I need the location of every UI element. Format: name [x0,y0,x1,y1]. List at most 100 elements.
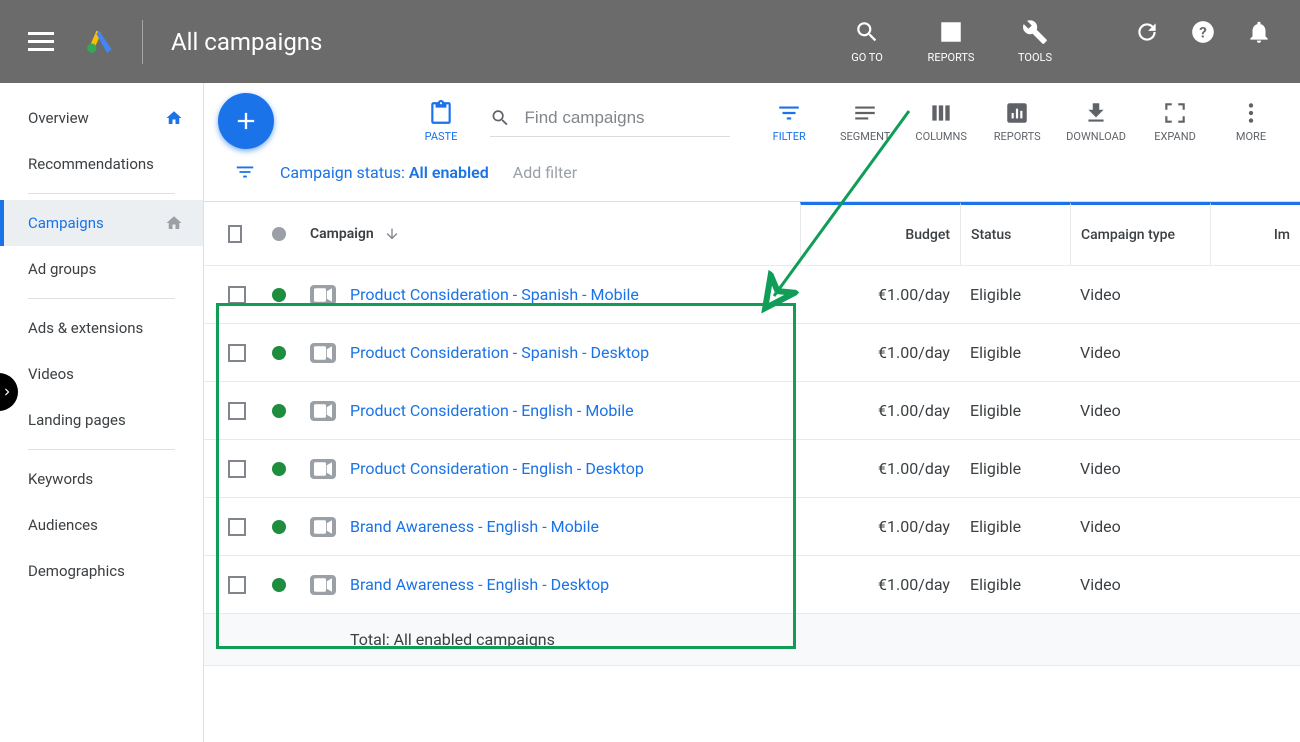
expand-button[interactable]: EXPAND [1140,100,1210,143]
table-row: Product Consideration - English - Mobile… [204,382,1300,440]
campaigns-table: Campaign Budget Status Campaign type Im … [204,201,1300,666]
refresh-icon[interactable] [1134,19,1160,45]
segment-button[interactable]: SEGMENT [830,100,900,143]
reports-tool-button[interactable]: REPORTS [982,100,1052,143]
divider [142,20,143,64]
table-row: Product Consideration - Spanish - Deskto… [204,324,1300,382]
campaign-link[interactable]: Product Consideration - Spanish - Deskto… [350,343,649,362]
page-title: All campaigns [171,28,322,56]
budget-cell: €1.00/day [800,451,960,486]
sidebar-item-landing-pages[interactable]: Landing pages [0,397,203,443]
table-header: Campaign Budget Status Campaign type Im [204,202,1300,266]
status-cell: Eligible [960,277,1070,312]
budget-cell: €1.00/day [800,567,960,602]
status-cell: Eligible [960,451,1070,486]
status-cell: Eligible [960,335,1070,370]
status-dot-icon [272,404,286,418]
video-icon [310,343,336,363]
google-ads-logo [86,26,114,58]
sidebar-item-campaigns[interactable]: Campaigns [0,200,203,246]
row-checkbox[interactable] [228,518,246,536]
budget-cell: €1.00/day [800,277,960,312]
campaign-link[interactable]: Product Consideration - English - Mobile [350,401,634,420]
more-button[interactable]: MORE [1216,100,1286,143]
campaign-link[interactable]: Product Consideration - Spanish - Mobile [350,285,639,304]
search-icon[interactable] [490,106,511,130]
col-status[interactable]: Status [960,202,1070,265]
row-checkbox[interactable] [228,286,246,304]
status-dot-icon [272,520,286,534]
col-campaign[interactable]: Campaign [300,202,800,265]
video-icon [310,517,336,537]
search-group [490,106,730,137]
col-type[interactable]: Campaign type [1070,202,1210,265]
status-header-icon[interactable] [272,227,286,241]
sidebar-item-demographics[interactable]: Demographics [0,548,203,594]
col-budget[interactable]: Budget [800,202,960,265]
home-icon [165,214,183,232]
table-row: Brand Awareness - English - Mobile €1.00/… [204,498,1300,556]
filter-bar: Campaign status: All enabled Add filter [204,149,1300,201]
sidebar-item-adgroups[interactable]: Ad groups [0,246,203,292]
row-checkbox[interactable] [228,344,246,362]
home-icon [165,109,183,127]
row-checkbox[interactable] [228,402,246,420]
sidebar-item-overview[interactable]: Overview [0,95,203,141]
video-icon [310,285,336,305]
top-header: All campaigns GO TO REPORTS TOOLS ? [0,0,1300,83]
reports-label: REPORTS [928,51,975,64]
budget-cell: €1.00/day [800,335,960,370]
row-checkbox[interactable] [228,460,246,478]
columns-button[interactable]: COLUMNS [906,100,976,143]
menu-icon[interactable] [28,32,54,51]
add-filter-button[interactable]: Add filter [513,163,577,182]
reports-button[interactable]: REPORTS [926,19,976,64]
svg-text:?: ? [1199,23,1207,41]
help-icon[interactable]: ? [1190,19,1216,45]
video-icon [310,401,336,421]
status-cell: Eligible [960,567,1070,602]
tools-button[interactable]: TOOLS [1010,19,1060,64]
sidebar: Overview Recommendations Campaigns Ad gr… [0,83,203,742]
filter-button[interactable]: FILTER [754,100,824,143]
type-cell: Video [1070,567,1210,602]
goto-label: GO TO [851,51,883,64]
campaign-link[interactable]: Brand Awareness - English - Mobile [350,517,599,536]
content-area: PASTE FILTER SEGMENT COLUMNS REPORTS [203,83,1300,742]
video-icon [310,575,336,595]
filter-status[interactable]: Campaign status: All enabled [280,163,489,182]
download-button[interactable]: DOWNLOAD [1058,100,1134,143]
total-row: Total: All enabled campaigns [204,614,1300,666]
table-row: Product Consideration - English - Deskto… [204,440,1300,498]
table-row: Product Consideration - Spanish - Mobile… [204,266,1300,324]
sidebar-item-keywords[interactable]: Keywords [0,456,203,502]
toolbar: PASTE FILTER SEGMENT COLUMNS REPORTS [204,83,1300,149]
search-input[interactable] [525,108,730,128]
status-dot-icon [272,578,286,592]
campaign-link[interactable]: Brand Awareness - English - Desktop [350,575,609,594]
add-button[interactable] [218,93,274,149]
status-dot-icon [272,462,286,476]
budget-cell: €1.00/day [800,393,960,428]
type-cell: Video [1070,277,1210,312]
sidebar-item-videos[interactable]: Videos [0,351,203,397]
type-cell: Video [1070,393,1210,428]
select-all-checkbox[interactable] [228,225,242,243]
paste-button[interactable]: PASTE [406,100,476,143]
goto-button[interactable]: GO TO [842,19,892,64]
sidebar-item-audiences[interactable]: Audiences [0,502,203,548]
status-dot-icon [272,346,286,360]
video-icon [310,459,336,479]
campaign-link[interactable]: Product Consideration - English - Deskto… [350,459,644,478]
row-checkbox[interactable] [228,576,246,594]
budget-cell: €1.00/day [800,509,960,544]
status-cell: Eligible [960,509,1070,544]
col-impr[interactable]: Im [1210,202,1300,265]
type-cell: Video [1070,335,1210,370]
type-cell: Video [1070,509,1210,544]
notifications-icon[interactable] [1246,19,1272,45]
sidebar-item-recommendations[interactable]: Recommendations [0,141,203,187]
sidebar-item-ads-extensions[interactable]: Ads & extensions [0,305,203,351]
sort-arrow-icon [384,226,400,242]
status-cell: Eligible [960,393,1070,428]
